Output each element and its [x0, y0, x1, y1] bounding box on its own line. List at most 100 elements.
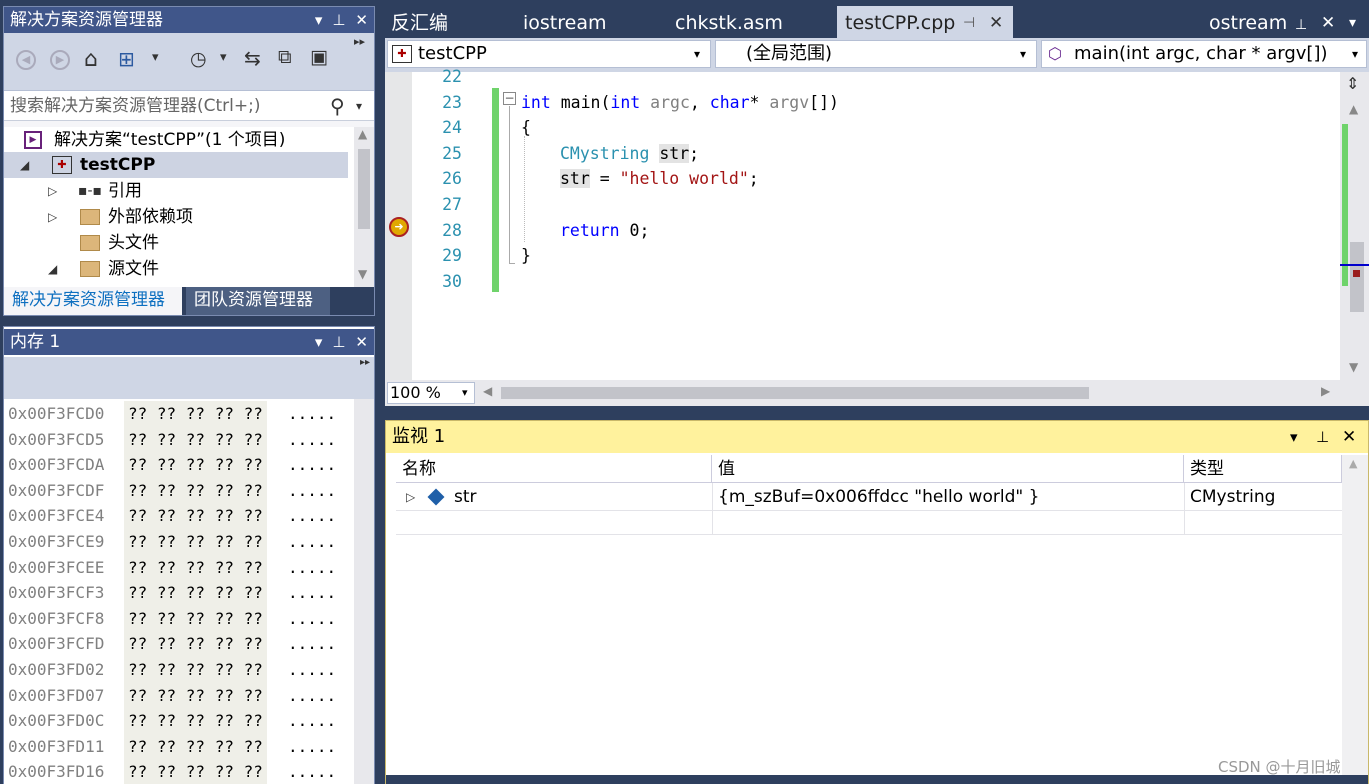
column-header-name[interactable]: 名称 [396, 455, 712, 483]
back-icon[interactable]: ◀ [16, 50, 36, 70]
memory-chars[interactable]: ..... [288, 580, 336, 606]
code-line[interactable]: int main(int argc, char* argv[]) [521, 90, 839, 116]
memory-bytes[interactable]: ?? ?? ?? ?? ?? [124, 605, 267, 632]
expand-triangle-icon[interactable]: ▷ [48, 178, 57, 204]
toolbar-overflow-icon[interactable]: ▸▸ [360, 357, 370, 368]
scroll-right-icon[interactable]: ▶ [1321, 384, 1330, 398]
solution-explorer-search[interactable]: 搜索解决方案资源管理器(Ctrl+;) ⚲ ▾ [4, 91, 374, 121]
pin-icon[interactable]: ⊥ [332, 329, 345, 355]
expand-triangle-icon[interactable]: ▷ [48, 204, 57, 230]
memory-chars[interactable]: ..... [288, 631, 336, 657]
toolbar-overflow-icon[interactable]: ▸▸ [354, 35, 365, 48]
memory-bytes[interactable]: ?? ?? ?? ?? ?? [124, 401, 267, 427]
tree-item-references[interactable]: ▷ ▪-▪ 引用 [4, 178, 354, 204]
split-icon[interactable]: ⇕ [1346, 74, 1359, 93]
memory-chars[interactable]: ..... [288, 452, 336, 478]
member-dropdown[interactable]: ⬡ main(int argc, char * argv[]) ▾ [1041, 40, 1367, 68]
tree-item-solution[interactable]: ▶ 解决方案“testCPP”(1 个项目) [4, 127, 354, 153]
memory-bytes[interactable]: ?? ?? ?? ?? ?? [124, 529, 267, 555]
scroll-up-icon[interactable]: ▲ [1349, 102, 1358, 116]
tab-iostream[interactable]: iostream [523, 8, 607, 38]
memory-chars[interactable]: ..... [288, 478, 336, 504]
dropdown-icon[interactable]: ▾ [1290, 421, 1298, 453]
scroll-up-icon[interactable]: ▲ [358, 127, 367, 141]
watch-row-value[interactable]: {m_szBuf=0x006ffdcc "hello world" } [718, 483, 1039, 511]
memory-chars[interactable]: ..... [288, 555, 336, 581]
code-line[interactable]: return 0; [560, 218, 649, 244]
chevron-down-icon[interactable]: ▾ [462, 383, 468, 403]
close-icon[interactable]: ✕ [1342, 421, 1356, 453]
memory-bytes[interactable]: ?? ?? ?? ?? ?? [124, 657, 267, 683]
properties-icon[interactable]: ▣ [310, 46, 328, 68]
code-line[interactable]: str = "hello world"; [560, 166, 759, 192]
dropdown-icon[interactable]: ▾ [315, 7, 323, 33]
watch-scrollbar[interactable]: ▲ [1342, 455, 1368, 784]
memory-chars[interactable]: ..... [288, 734, 336, 760]
close-icon[interactable]: ✕ [355, 7, 368, 33]
tree-item-headers[interactable]: 头文件 [4, 230, 354, 256]
collapse-triangle-icon[interactable]: ◢ [48, 256, 57, 282]
memory-bytes[interactable]: ?? ?? ?? ?? ?? [124, 477, 267, 504]
memory-chars[interactable]: ..... [288, 401, 336, 427]
tree-item-project[interactable]: ◢ ✚ testCPP [4, 152, 348, 178]
history-dropdown-icon[interactable]: ▾ [220, 50, 227, 65]
switch-views-icon[interactable]: ⊞ [118, 47, 135, 71]
pin-icon[interactable]: ⊥ [1295, 10, 1307, 40]
memory-bytes[interactable]: ?? ?? ?? ?? ?? [124, 682, 267, 709]
memory-bytes[interactable]: ?? ?? ?? ?? ?? [124, 554, 267, 581]
pin-icon[interactable]: ⊥ [1316, 421, 1329, 453]
column-header-value[interactable]: 值 [712, 455, 1184, 483]
memory-scrollbar[interactable] [354, 399, 374, 784]
sync-icon[interactable]: ⇆ [244, 46, 261, 70]
memory-chars[interactable]: ..... [288, 759, 336, 784]
memory-chars[interactable]: ..... [288, 503, 336, 529]
search-input[interactable]: 搜索解决方案资源管理器(Ctrl+;) [10, 91, 260, 121]
home-icon[interactable]: ⌂ [84, 47, 98, 72]
scroll-thumb[interactable] [1350, 242, 1364, 312]
dropdown-icon[interactable]: ▾ [315, 329, 323, 355]
memory-chars[interactable]: ..... [288, 427, 336, 453]
watch-row[interactable]: ▷ str {m_szBuf=0x006ffdcc "hello world" … [396, 483, 1342, 535]
scroll-thumb[interactable] [358, 149, 370, 229]
tab-disassembly[interactable]: 反汇编 [391, 8, 448, 38]
tree-scrollbar[interactable]: ▲ ▼ [354, 127, 374, 287]
memory-chars[interactable]: ..... [288, 606, 336, 632]
tab-chkstk[interactable]: chkstk.asm [675, 8, 783, 38]
code-line[interactable]: { [521, 115, 531, 141]
chevron-down-icon[interactable]: ▾ [694, 41, 700, 67]
editor-vscrollbar[interactable]: ⇕ ▲ ▼ [1340, 72, 1369, 380]
tree-item-sources[interactable]: ◢ 源文件 [4, 256, 354, 282]
tab-team-explorer[interactable]: 团队资源管理器 [186, 287, 330, 315]
memory-chars[interactable]: ..... [288, 529, 336, 555]
code-line[interactable]: } [521, 243, 531, 269]
tab-testcpp-active[interactable]: testCPP.cpp ⊣ ✕ [837, 6, 1013, 38]
history-icon[interactable]: ◷ [190, 48, 207, 70]
pin-icon[interactable]: ⊣ [963, 8, 975, 38]
memory-bytes[interactable]: ?? ?? ?? ?? ?? [124, 503, 267, 529]
scroll-down-icon[interactable]: ▼ [358, 267, 367, 281]
memory-chars[interactable]: ..... [288, 657, 336, 683]
memory-chars[interactable]: ..... [288, 683, 336, 709]
collapse-all-icon[interactable]: ⧉ [278, 46, 292, 68]
collapse-outline-icon[interactable]: − [503, 92, 516, 105]
tab-ostream[interactable]: ostream [1209, 8, 1287, 38]
code-line[interactable]: CMystring str; [560, 141, 699, 167]
scroll-up-icon[interactable]: ▲ [1349, 457, 1357, 470]
memory-bytes[interactable]: ?? ?? ?? ?? ?? [124, 426, 267, 453]
memory-bytes[interactable]: ?? ?? ?? ?? ?? [124, 580, 267, 606]
memory-chars[interactable]: ..... [288, 708, 336, 734]
zoom-dropdown[interactable]: 100 % ▾ [387, 382, 475, 404]
column-header-type[interactable]: 类型 [1184, 455, 1342, 483]
scroll-down-icon[interactable]: ▼ [1349, 360, 1358, 374]
memory-bytes[interactable]: ?? ?? ?? ?? ?? [124, 733, 267, 760]
hscroll-thumb[interactable] [501, 387, 1089, 399]
search-icon[interactable]: ⚲ [330, 91, 345, 121]
tab-dropdown-icon[interactable]: ▾ [1349, 8, 1356, 38]
chevron-down-icon[interactable]: ▾ [1020, 41, 1026, 67]
collapse-triangle-icon[interactable]: ◢ [20, 152, 29, 178]
search-options-icon[interactable]: ▾ [356, 91, 362, 121]
chevron-down-icon[interactable]: ▾ [1352, 41, 1358, 67]
memory-bytes[interactable]: ?? ?? ?? ?? ?? [124, 452, 267, 478]
close-icon[interactable]: ✕ [355, 329, 368, 355]
close-tab-icon[interactable]: ✕ [1321, 8, 1335, 38]
